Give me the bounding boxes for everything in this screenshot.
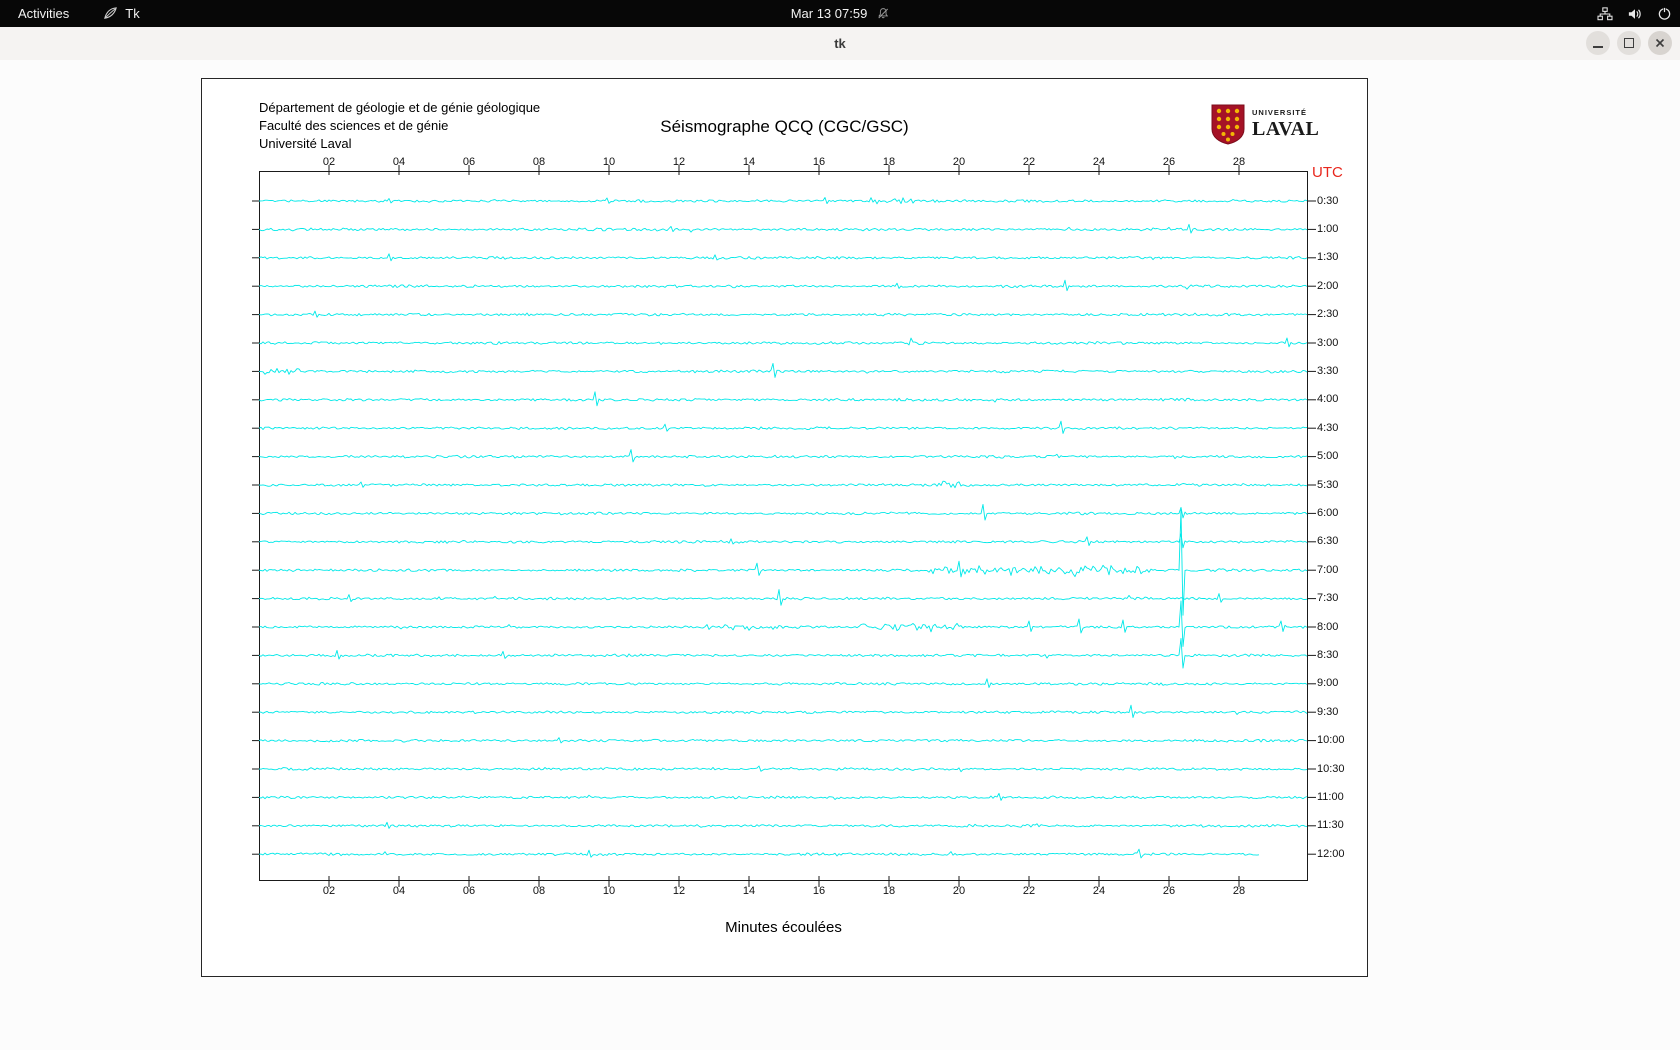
utc-time-label: 8:00 (1317, 620, 1339, 633)
maximize-icon (1624, 38, 1634, 48)
seismogram-trace (258, 279, 1308, 292)
utc-time-label: 4:30 (1317, 421, 1339, 434)
seismogram-trace (258, 449, 1308, 463)
seismogram-trace (258, 197, 1308, 205)
utc-time-label: 8:30 (1317, 648, 1339, 661)
seismogram-trace (258, 737, 1308, 744)
utc-time-label: 3:30 (1317, 364, 1339, 377)
close-icon (1655, 38, 1665, 48)
seismogram-trace (258, 704, 1308, 718)
seismogram-trace (258, 678, 1308, 688)
utc-time-label: 9:30 (1317, 705, 1339, 718)
top-bar: Activities Tk Mar 13 07:59 (0, 0, 1680, 27)
system-tray[interactable] (1597, 0, 1672, 27)
power-icon (1658, 7, 1671, 20)
page-title: Séismographe QCQ (CGC/GSC) (660, 117, 909, 136)
seismogram-trace (258, 391, 1308, 407)
utc-time-label: 1:00 (1317, 222, 1339, 235)
seismogram-trace (258, 600, 1308, 647)
plot-border (259, 171, 1308, 881)
utc-time-label: 5:30 (1317, 478, 1339, 491)
seismogram-trace (258, 310, 1308, 318)
close-button[interactable] (1648, 31, 1672, 55)
utc-time-label: 11:30 (1317, 819, 1344, 832)
utc-time-label: 7:00 (1317, 563, 1339, 576)
clock-button[interactable]: Mar 13 07:59 (781, 0, 900, 27)
universite-laval-logo: UNIVERSITÉ LAVAL (1210, 103, 1319, 145)
window-titlebar[interactable]: tk (0, 27, 1680, 61)
x-axis-title: Minutes écoulées (725, 919, 842, 936)
department-line: Université Laval (259, 136, 352, 151)
desktop: Activities Tk Mar 13 07:59 tk Départemen… (0, 0, 1680, 1050)
window-title: tk (834, 36, 846, 51)
seismogram-trace (258, 420, 1308, 434)
seismogram-trace (258, 253, 1308, 262)
seismogram-trace (258, 223, 1308, 234)
seismogram-trace (258, 637, 1308, 669)
seismograph-frame: Département de géologie et de génie géol… (201, 78, 1368, 977)
utc-time-label: 7:30 (1317, 592, 1339, 605)
seismogram-trace (258, 821, 1308, 829)
utc-time-label: 10:00 (1317, 734, 1345, 747)
maximize-button[interactable] (1617, 31, 1641, 55)
utc-time-label: 0:30 (1317, 194, 1339, 207)
laval-shield-icon (1211, 104, 1245, 145)
seismogram-trace (258, 765, 1308, 773)
logo-text-universite: UNIVERSITÉ (1252, 108, 1308, 118)
logo-text-laval: LAVAL (1252, 117, 1320, 140)
minimize-button[interactable] (1586, 31, 1610, 55)
notifications-muted-icon (877, 8, 888, 19)
seismogram-trace (258, 337, 1308, 348)
seismogram-plot (252, 165, 1316, 887)
volume-icon (1628, 8, 1641, 19)
utc-time-label: 2:30 (1317, 308, 1339, 321)
utc-time-label: 6:30 (1317, 535, 1339, 548)
utc-time-label: 1:30 (1317, 251, 1339, 264)
seismogram-trace (258, 848, 1260, 859)
utc-time-label: 5:00 (1317, 450, 1339, 463)
tk-icon (104, 7, 118, 19)
clock-label: Mar 13 07:59 (790, 6, 868, 21)
utc-time-label: 4:00 (1317, 393, 1339, 406)
utc-time-label: 10:30 (1317, 762, 1345, 775)
window-content: Département de géologie et de génie géol… (0, 60, 1680, 1050)
utc-label: UTC (1312, 164, 1343, 181)
tk-app-label: Tk (125, 6, 140, 21)
department-line: Département de géologie et de génie géol… (259, 100, 541, 115)
utc-time-label: 11:00 (1317, 790, 1344, 803)
minimize-icon (1593, 45, 1603, 48)
activities-button[interactable]: Activities (8, 0, 79, 27)
network-icon (1597, 6, 1613, 20)
seismogram-trace (258, 533, 1308, 549)
seismogram-trace (258, 792, 1308, 801)
taskbar-app-tk[interactable]: Tk (93, 0, 149, 27)
seismogram-trace (258, 503, 1308, 521)
seismogram-trace (258, 589, 1308, 606)
utc-time-label: 12:00 (1317, 847, 1345, 860)
utc-time-label: 3:00 (1317, 336, 1339, 349)
seismogram-trace (258, 480, 1308, 489)
utc-time-label: 6:00 (1317, 506, 1339, 519)
utc-time-label: 9:00 (1317, 677, 1339, 690)
seismogram-trace (258, 362, 1308, 378)
utc-time-label: 2:00 (1317, 279, 1339, 292)
